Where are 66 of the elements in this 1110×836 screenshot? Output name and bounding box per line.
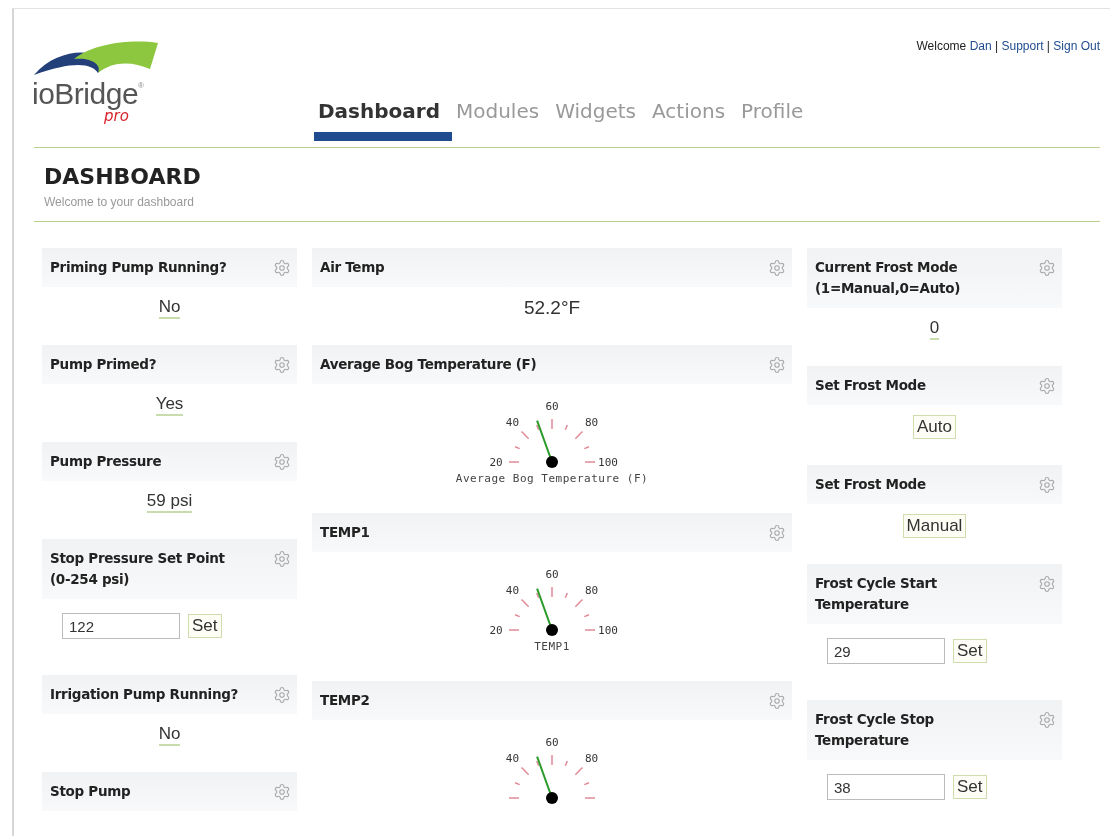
gauge-tick-label: 60 (545, 736, 559, 749)
widget-title: Set Frost Mode (815, 376, 926, 395)
settings-icon[interactable] (1038, 476, 1056, 494)
user-link[interactable]: Dan (969, 39, 992, 53)
widget-title: Stop Pressure Set Point (0-254 psi) (50, 549, 226, 589)
gauge-caption: Average Bog Temperature (F) (454, 472, 650, 485)
settings-icon[interactable] (768, 356, 786, 374)
gauge-tick-label: 60 (545, 400, 559, 413)
settings-icon[interactable] (273, 783, 291, 801)
mode-button[interactable]: Manual (902, 514, 967, 538)
settings-icon[interactable] (768, 692, 786, 710)
header-link[interactable]: Support (1001, 39, 1044, 53)
widget-value: Yes (155, 394, 184, 416)
input-field[interactable]: 122 (62, 613, 180, 639)
gauge-tick-label: 80 (584, 584, 599, 598)
settings-icon[interactable] (1038, 259, 1056, 277)
gauge-caption: TEMP1 (533, 640, 571, 653)
widget-title: TEMP1 (320, 523, 370, 542)
widget-value: 0 (929, 318, 940, 340)
gauge-tick-label: 80 (584, 416, 599, 430)
settings-icon[interactable] (273, 550, 291, 568)
set-button[interactable]: Set (953, 639, 987, 663)
settings-icon[interactable] (1038, 575, 1056, 593)
widget-title: TEMP2 (320, 691, 370, 710)
set-button[interactable]: Set (953, 775, 987, 799)
widget-title: Pump Primed? (50, 355, 157, 374)
widget-title: Frost Cycle Start Temperature (815, 574, 938, 614)
input-field[interactable]: 29 (827, 638, 945, 664)
header-link[interactable]: Sign Out (1053, 39, 1100, 53)
gauge-tick-label: 40 (505, 752, 520, 766)
gauge-tick-label: 80 (584, 752, 599, 766)
gauge-tick-label: 100 (598, 456, 618, 469)
settings-icon[interactable] (273, 356, 291, 374)
gauge-tick-label: 100 (598, 624, 618, 637)
mode-button[interactable]: Auto (913, 415, 956, 439)
widget-title: Frost Cycle Stop Temperature (815, 710, 935, 750)
widget-value: No (158, 297, 181, 319)
widget-title: Set Frost Mode (815, 475, 926, 494)
gauge-tick-label: 60 (545, 568, 559, 581)
settings-icon[interactable] (273, 259, 291, 277)
widget-title: Irrigation Pump Running? (50, 685, 239, 704)
registered-mark: ® (138, 81, 144, 90)
settings-icon[interactable] (273, 453, 291, 471)
widget-title: Current Frost Mode (1=Manual,0=Auto) (815, 258, 962, 298)
widget-title: Stop Pump (50, 782, 131, 801)
widget-title: Air Temp (320, 258, 385, 277)
widget-value: 59 psi (146, 491, 193, 513)
gauge-tick-label: 20 (489, 624, 503, 637)
settings-icon[interactable] (273, 686, 291, 704)
set-button[interactable]: Set (188, 614, 222, 638)
settings-icon[interactable] (1038, 711, 1056, 729)
settings-icon[interactable] (1038, 377, 1056, 395)
settings-icon[interactable] (768, 524, 786, 542)
gauge-tick-label: 20 (489, 456, 503, 469)
page-title: DASHBOARD (44, 164, 202, 189)
widget-title: Average Bog Temperature (F) (320, 355, 537, 374)
input-field[interactable]: 38 (827, 774, 945, 800)
widget-title: Pump Pressure (50, 452, 162, 471)
gauge-tick-label: 40 (505, 584, 520, 598)
widget-title: Priming Pump Running? (50, 258, 227, 277)
page-subtitle: Welcome to your dashboard (44, 195, 195, 209)
widget-value: No (158, 724, 181, 746)
gauge-tick-label: 40 (505, 416, 520, 430)
widget-value: 52.2°F (523, 297, 581, 319)
settings-icon[interactable] (768, 259, 786, 277)
welcome-text: Welcome Dan | Support | Sign Out (916, 39, 1100, 53)
